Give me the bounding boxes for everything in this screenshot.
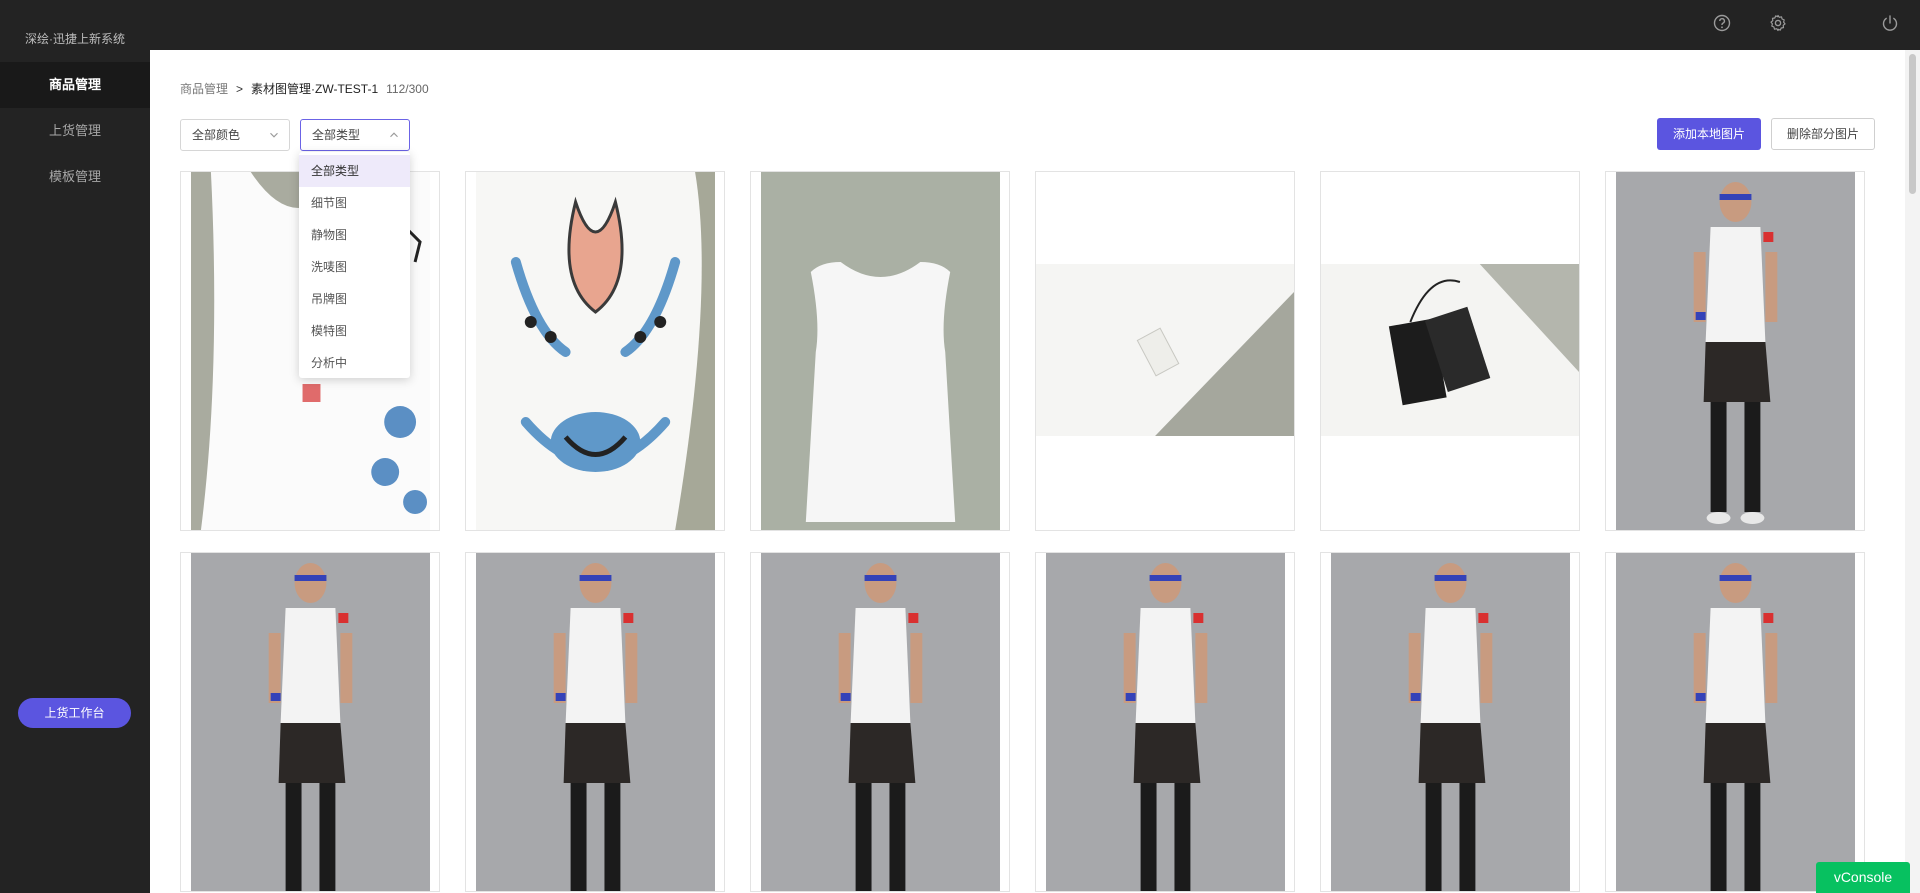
delete-images-button[interactable]: 删除部分图片 (1771, 118, 1875, 150)
color-filter-value: 全部颜色 (192, 128, 241, 142)
chevron-up-icon (389, 130, 399, 140)
image-card[interactable] (750, 171, 1010, 531)
image-card[interactable] (750, 552, 1010, 892)
color-filter-select[interactable]: 全部颜色 (180, 119, 290, 151)
image-card[interactable] (465, 552, 725, 892)
sidebar-nav: 商品管理 上货管理 模板管理 (0, 62, 150, 200)
image-card[interactable] (1320, 171, 1580, 531)
type-option-still-life[interactable]: 静物图 (299, 219, 410, 251)
model-photo-image (1331, 553, 1570, 891)
care-label-image (1036, 172, 1294, 530)
gear-icon[interactable] (1768, 13, 1788, 33)
sidebar-item-products[interactable]: 商品管理 (0, 62, 150, 108)
breadcrumb: 商品管理 > 素材图管理·ZW-TEST-1 112/300 (180, 80, 429, 97)
hang-tag-image (1321, 172, 1579, 530)
type-option-all[interactable]: 全部类型 (299, 155, 410, 187)
help-icon[interactable] (1712, 13, 1732, 33)
scrollbar-thumb[interactable] (1909, 54, 1916, 194)
top-bar (0, 0, 1920, 50)
breadcrumb-separator: > (236, 82, 244, 96)
model-photo-image (191, 553, 430, 891)
breadcrumb-current: 素材图管理·ZW-TEST-1 (251, 82, 379, 96)
model-photo-image (1046, 553, 1285, 891)
image-card[interactable] (1605, 171, 1865, 531)
image-card[interactable] (1320, 552, 1580, 892)
type-option-detail[interactable]: 细节图 (299, 187, 410, 219)
page-scrollbar[interactable] (1905, 50, 1920, 893)
model-photo-image (761, 553, 1000, 891)
image-card[interactable] (1035, 171, 1295, 531)
image-card[interactable] (1035, 552, 1295, 892)
add-local-image-button[interactable]: 添加本地图片 (1657, 118, 1761, 150)
image-card[interactable] (180, 552, 440, 892)
type-filter-value: 全部类型 (312, 128, 361, 142)
vconsole-button[interactable]: vConsole (1816, 862, 1910, 893)
type-option-model[interactable]: 模特图 (299, 315, 410, 347)
sidebar-item-templates[interactable]: 模板管理 (0, 154, 150, 200)
image-count: 112/300 (386, 82, 429, 96)
tank-top-image (761, 172, 1000, 530)
type-option-wash-label[interactable]: 洗唛图 (299, 251, 410, 283)
image-card[interactable] (1605, 552, 1865, 892)
main-content: 商品管理 > 素材图管理·ZW-TEST-1 112/300 全部颜色 全部类型 添加… (150, 50, 1905, 893)
type-filter-dropdown: 全部类型 细节图 静物图 洗唛图 吊牌图 模特图 分析中 (299, 152, 410, 378)
type-option-hang-tag[interactable]: 吊牌图 (299, 283, 410, 315)
chevron-down-icon (269, 130, 279, 140)
breadcrumb-parent[interactable]: 商品管理 (180, 82, 228, 96)
sidebar: 深绘·迅捷上新系统 商品管理 上货管理 模板管理 上货工作台 (0, 0, 150, 893)
model-photo-image (476, 553, 715, 891)
sidebar-item-listing[interactable]: 上货管理 (0, 108, 150, 154)
image-card[interactable] (465, 171, 725, 531)
type-filter-select[interactable]: 全部类型 (300, 119, 410, 151)
power-icon[interactable] (1880, 13, 1900, 33)
app-brand: 深绘·迅捷上新系统 (25, 32, 125, 46)
model-photo-image (1616, 553, 1855, 891)
workbench-button[interactable]: 上货工作台 (18, 698, 131, 728)
type-option-analyzing[interactable]: 分析中 (299, 347, 410, 379)
opera-print-image (476, 172, 715, 530)
model-photo-image (1616, 172, 1855, 530)
